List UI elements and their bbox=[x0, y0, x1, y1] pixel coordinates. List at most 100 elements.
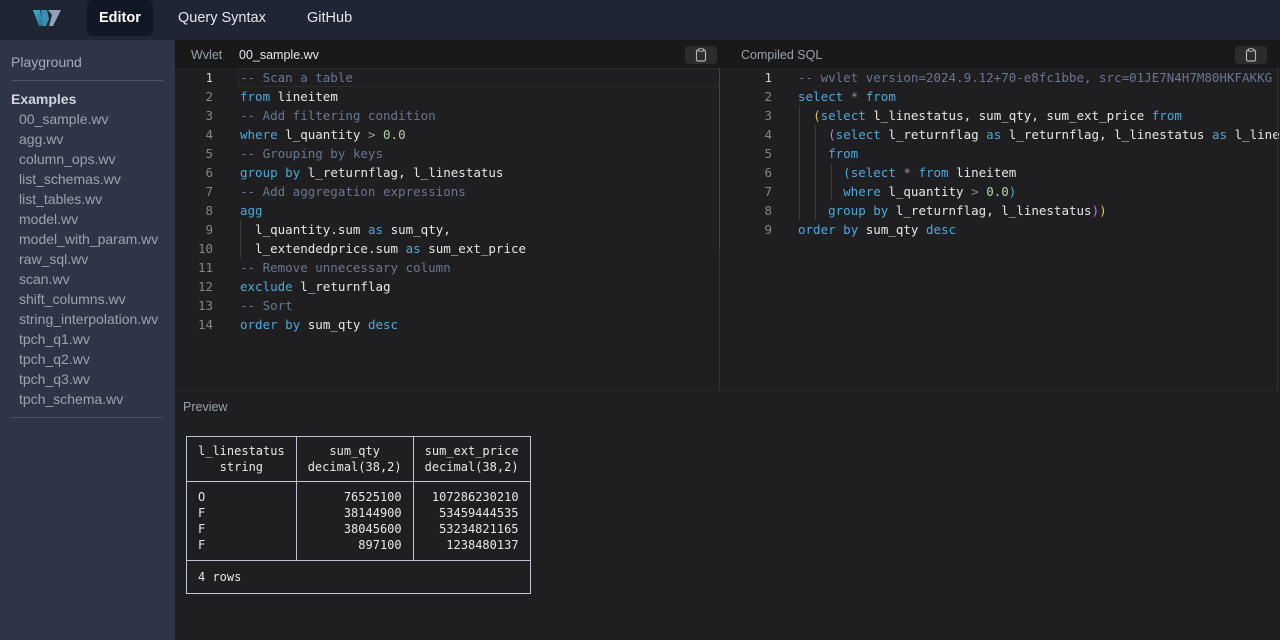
line-number: 2 bbox=[764, 89, 772, 104]
code-line: order by sum_qty desc bbox=[240, 317, 399, 332]
nav-github[interactable]: GitHub bbox=[295, 0, 364, 36]
scroll-track bbox=[1277, 68, 1278, 390]
example-item[interactable]: raw_sql.wv bbox=[19, 249, 158, 269]
cell: F bbox=[198, 506, 206, 520]
example-item[interactable]: column_ops.wv bbox=[19, 149, 158, 169]
row-count: 4 rows bbox=[186, 560, 531, 594]
cell: 38045600 bbox=[343, 522, 402, 536]
sidebar-playground[interactable]: Playground bbox=[11, 54, 82, 70]
code-line: select * from bbox=[798, 89, 896, 104]
code-line: agg bbox=[240, 203, 263, 218]
wvlet-logo-icon[interactable] bbox=[33, 10, 61, 26]
nav-editor[interactable]: Editor bbox=[87, 0, 153, 36]
code-line: (select * from lineitem bbox=[843, 165, 1017, 180]
wvlet-pane-header: Wvlet 00_sample.wv bbox=[175, 40, 720, 68]
result-table: l_linestatus string sum_qty decimal(38,2) … bbox=[186, 436, 531, 594]
line-number: 7 bbox=[205, 184, 213, 199]
column-cells: 76525100 38144900 38045600 897100 bbox=[295, 481, 414, 561]
example-item[interactable]: tpch_q2.wv bbox=[19, 349, 158, 369]
line-number: 6 bbox=[205, 165, 213, 180]
example-item[interactable]: scan.wv bbox=[19, 269, 158, 289]
preview-panel: Preview l_linestatus string sum_qty decima… bbox=[175, 390, 1280, 640]
line-number: 13 bbox=[197, 298, 213, 313]
code-line: -- Remove unnecessary column bbox=[240, 260, 451, 275]
example-item[interactable]: tpch_q3.wv bbox=[19, 369, 158, 389]
sidebar: Playground Examples 00_sample.wv agg.wv … bbox=[0, 40, 175, 640]
line-number: 4 bbox=[764, 127, 772, 142]
cell: 38144900 bbox=[343, 506, 402, 520]
compiled-sql-editor[interactable]: 1 2 3 4 5 6 7 8 9 -- wvlet version=2024.… bbox=[732, 68, 1280, 390]
code-line: -- wvlet version=2024.9.12+70-e8fc1bbe, … bbox=[798, 70, 1273, 85]
column-cells: 107286230210 53459444535 53234821165 123… bbox=[412, 481, 531, 561]
code-line: from bbox=[828, 146, 859, 161]
clipboard-icon bbox=[695, 48, 707, 62]
sidebar-divider bbox=[11, 80, 163, 81]
sidebar-divider bbox=[11, 417, 163, 418]
cell: F bbox=[198, 522, 206, 536]
cell: 1238480137 bbox=[446, 538, 519, 552]
code-line: (select l_linestatus, sum_qty, sum_ext_p… bbox=[813, 108, 1182, 123]
line-number: 5 bbox=[764, 146, 772, 161]
wvlet-label: Wvlet bbox=[191, 48, 223, 62]
line-number: 2 bbox=[205, 89, 213, 104]
code-line: where l_quantity > 0.0 bbox=[240, 127, 406, 142]
column-name: sum_ext_price bbox=[424, 444, 519, 458]
sidebar-examples-heading: Examples bbox=[11, 91, 77, 107]
column-header: l_linestatus string bbox=[186, 436, 297, 482]
code-line: -- Sort bbox=[240, 298, 293, 313]
line-number: 7 bbox=[764, 184, 772, 199]
line-number: 12 bbox=[197, 279, 213, 294]
code-line: group by l_returnflag, l_linestatus bbox=[240, 165, 504, 180]
column-cells: O F F F bbox=[186, 481, 297, 561]
code-line: where l_quantity > 0.0) bbox=[843, 184, 1017, 199]
example-item[interactable]: shift_columns.wv bbox=[19, 289, 158, 309]
line-number: 1 bbox=[205, 70, 213, 85]
file-name: 00_sample.wv bbox=[239, 48, 319, 62]
example-item[interactable]: model.wv bbox=[19, 209, 158, 229]
example-item[interactable]: tpch_q1.wv bbox=[19, 329, 158, 349]
example-item[interactable]: agg.wv bbox=[19, 129, 158, 149]
copy-wvlet-button[interactable] bbox=[685, 46, 717, 64]
column-type: decimal(38,2) bbox=[307, 460, 402, 474]
code-line: order by sum_qty desc bbox=[798, 222, 957, 237]
preview-label: Preview bbox=[183, 400, 228, 414]
line-number: 3 bbox=[764, 108, 772, 123]
cell: F bbox=[198, 538, 206, 552]
example-item[interactable]: model_with_param.wv bbox=[19, 229, 158, 249]
column-type: string bbox=[219, 460, 264, 474]
top-nav-bar: Editor Query Syntax GitHub bbox=[0, 0, 1280, 40]
editor-scrollbar[interactable] bbox=[719, 68, 720, 250]
line-number: 1 bbox=[764, 70, 772, 85]
code-line: exclude l_returnflag bbox=[240, 279, 391, 294]
example-item[interactable]: list_schemas.wv bbox=[19, 169, 158, 189]
example-item[interactable]: 00_sample.wv bbox=[19, 109, 158, 129]
copy-sql-button[interactable] bbox=[1235, 46, 1267, 64]
example-item[interactable]: tpch_schema.wv bbox=[19, 389, 158, 409]
line-number: 9 bbox=[764, 222, 772, 237]
line-number: 10 bbox=[197, 241, 213, 256]
line-number: 8 bbox=[205, 203, 213, 218]
code-line: from lineitem bbox=[240, 89, 338, 104]
clipboard-icon bbox=[1245, 48, 1257, 62]
code-line: l_quantity.sum as sum_qty, bbox=[255, 222, 451, 237]
cell: O bbox=[198, 490, 206, 504]
column-header: sum_ext_price decimal(38,2) bbox=[412, 436, 531, 482]
line-number: 14 bbox=[197, 317, 213, 332]
example-item[interactable]: list_tables.wv bbox=[19, 189, 158, 209]
code-line: -- Grouping by keys bbox=[240, 146, 383, 161]
wvlet-editor[interactable]: 1 2 3 4 5 6 7 8 9 10 11 12 13 14 -- Scan… bbox=[175, 68, 720, 390]
cell: 53234821165 bbox=[439, 522, 519, 536]
cell: 897100 bbox=[358, 538, 402, 552]
code-line: l_extendedprice.sum as sum_ext_price bbox=[255, 241, 527, 256]
code-line: (select l_returnflag as l_returnflag, l_… bbox=[828, 127, 1280, 142]
column-header: sum_qty decimal(38,2) bbox=[295, 436, 414, 482]
line-number: 9 bbox=[205, 222, 213, 237]
example-item[interactable]: string_interpolation.wv bbox=[19, 309, 158, 329]
nav-query-syntax[interactable]: Query Syntax bbox=[166, 0, 278, 36]
code-line: -- Add filtering condition bbox=[240, 108, 436, 123]
cell: 53459444535 bbox=[439, 506, 519, 520]
sql-pane-header: Compiled SQL bbox=[720, 40, 1280, 68]
code-line: group by l_returnflag, l_linestatus)) bbox=[828, 203, 1107, 218]
line-number: 4 bbox=[205, 127, 213, 142]
compiled-sql-label: Compiled SQL bbox=[741, 48, 823, 62]
